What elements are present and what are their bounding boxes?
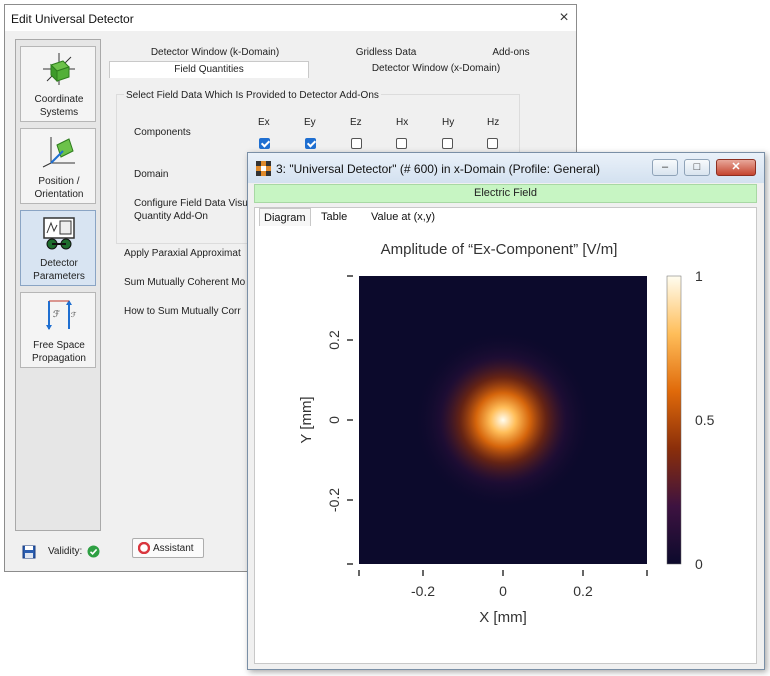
component-header-hx: Hx (396, 117, 409, 128)
coordinate-systems-icon (43, 53, 75, 85)
minimize-button[interactable]: – (652, 159, 678, 176)
tab-field-quantities[interactable]: Field Quantities (109, 61, 309, 78)
checkbox-ez[interactable] (351, 138, 362, 149)
sidebar-item-label: Free Space Propagation (32, 340, 86, 364)
option-how-to-sum[interactable]: How to Sum Mutually Corr (124, 306, 241, 317)
configure-label-line2: Quantity Add-On (134, 211, 208, 222)
y-axis-label: Y [mm] (298, 396, 315, 443)
sidebar-item-position-orientation[interactable]: Position / Orientation (20, 128, 96, 204)
component-header-ey: Ey (304, 117, 316, 128)
dialog-title: Edit Universal Detector (11, 12, 134, 26)
tab-value-at-xy[interactable]: Value at (x,y) (371, 208, 435, 226)
component-header-hz: Hz (487, 117, 500, 128)
x-axis-label: X [mm] (479, 609, 527, 626)
colorbar-tick-label: 0.5 (695, 412, 715, 428)
sidebar-item-label: Detector Parameters (33, 258, 85, 282)
window-close-button[interactable]: ✕ (716, 159, 756, 176)
heatmap-beam (359, 276, 647, 564)
checkbox-hx[interactable] (396, 138, 407, 149)
y-tick-label: 0.2 (326, 330, 342, 350)
window-title: 3: "Universal Detector" (# 600) in x-Dom… (276, 162, 600, 176)
position-orientation-icon (42, 137, 75, 168)
amplitude-chart[interactable]: Amplitude of “Ex-Component” [V/m] -0.2 0 0… (255, 228, 756, 662)
x-tick-label: 0 (499, 583, 507, 599)
sidebar-item-label: Position / Orientation (34, 176, 84, 200)
assistant-button[interactable]: Assistant (132, 538, 204, 558)
tab-table[interactable]: Table (321, 208, 347, 226)
colorbar (666, 275, 682, 565)
x-tick-label: -0.2 (411, 583, 435, 599)
checkbox-hz[interactable] (487, 138, 498, 149)
component-header-ez: Ez (350, 117, 362, 128)
sidebar-item-coordinate-systems[interactable]: Coordinate Systems (20, 46, 96, 122)
component-header-hy: Hy (442, 117, 455, 128)
x-tick-label: 0.2 (573, 583, 593, 599)
group-title: Select Field Data Which Is Provided to D… (124, 90, 381, 101)
tab-diagram[interactable]: Diagram (259, 208, 311, 226)
svg-text:ℱ: ℱ (71, 311, 77, 319)
colorbar-tick-label: 0 (695, 556, 703, 572)
components-label: Components (134, 127, 191, 138)
y-tick-label: -0.2 (326, 488, 342, 512)
lifebuoy-icon (138, 542, 150, 554)
maximize-button[interactable]: □ (684, 159, 710, 176)
window-app-icon (256, 161, 271, 176)
checkbox-hy[interactable] (442, 138, 453, 149)
option-paraxial-approximation[interactable]: Apply Paraxial Approximat (124, 248, 241, 259)
sidebar-item-label: Coordinate Systems (34, 94, 84, 118)
validity-ok-icon (87, 545, 100, 558)
assistant-label: Assistant (153, 543, 194, 554)
sidebar: Coordinate Systems Position / Orientatio… (15, 39, 101, 531)
colorbar-tick-label: 1 (695, 268, 703, 284)
save-icon[interactable] (22, 545, 36, 559)
free-space-propagation-icon: ℱ ℱ (46, 300, 77, 330)
svg-text:ℱ: ℱ (53, 310, 60, 320)
diagram-panel: Diagram Table Value at (x,y) Amplitude o… (254, 207, 757, 664)
electric-field-banner: Electric Field (254, 184, 757, 203)
y-tick-label: 0 (326, 416, 342, 424)
window-titlebar[interactable]: 3: "Universal Detector" (# 600) in x-Dom… (248, 153, 764, 183)
close-icon[interactable]: × (553, 7, 575, 29)
chart-title: Amplitude of “Ex-Component” [V/m] (381, 241, 618, 258)
sidebar-item-free-space-propagation[interactable]: ℱ ℱ Free Space Propagation (20, 292, 96, 368)
domain-label: Domain (134, 169, 169, 180)
validity-label: Validity: (48, 546, 83, 557)
sidebar-item-detector-parameters[interactable]: Detector Parameters (20, 210, 96, 286)
profile-window: 3: "Universal Detector" (# 600) in x-Dom… (247, 152, 765, 670)
tab-detector-window-x-domain[interactable]: Detector Window (x-Domain) (309, 61, 563, 77)
checkbox-ex[interactable] (259, 138, 270, 149)
detector-parameters-icon (43, 217, 75, 250)
option-sum-coherent-modes[interactable]: Sum Mutually Coherent Mo (124, 277, 245, 288)
tab-detector-window-k-domain[interactable]: Detector Window (k-Domain) (115, 45, 315, 61)
configure-label-line1: Configure Field Data Visu (134, 198, 248, 209)
dialog-titlebar[interactable]: Edit Universal Detector × (5, 5, 576, 31)
tab-add-ons[interactable]: Add-ons (457, 45, 565, 61)
component-header-ex: Ex (258, 117, 270, 128)
checkbox-ey[interactable] (305, 138, 316, 149)
tab-gridless-data[interactable]: Gridless Data (321, 45, 451, 61)
